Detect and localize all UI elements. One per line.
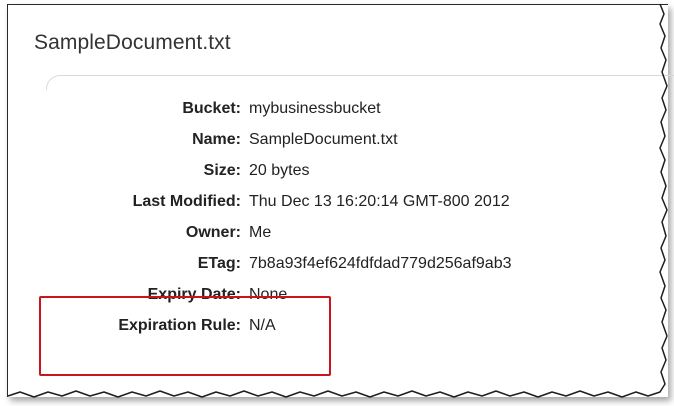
screenshot-canvas: SampleDocument.txt Bucket: mybusinessbuc… <box>0 0 674 406</box>
object-title: SampleDocument.txt <box>34 31 231 54</box>
property-value-size: 20 bytes <box>249 162 310 179</box>
title-divider <box>46 75 674 90</box>
property-value-owner: Me <box>249 224 272 241</box>
property-value-name: SampleDocument.txt <box>249 131 398 148</box>
expiration-highlight-box <box>39 296 331 376</box>
property-value-last-modified: Thu Dec 13 16:20:14 GMT-800 2012 <box>249 193 510 210</box>
property-value-bucket: mybusinessbucket <box>249 100 381 117</box>
property-value-etag: 7b8a93f4ef624fdfdad779d256af9ab3 <box>249 255 512 272</box>
